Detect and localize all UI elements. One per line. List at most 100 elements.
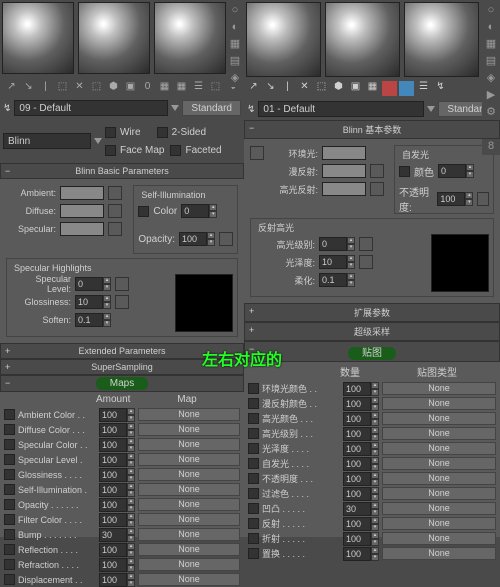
gloss-map[interactable] [115, 295, 129, 309]
faceted-checkbox[interactable] [170, 145, 181, 156]
map-amount-spinner[interactable]: ▴▾ [343, 442, 379, 456]
spec-level-spinner[interactable]: ▴▾ [319, 237, 355, 251]
material-id-icon[interactable]: 8 [484, 138, 498, 153]
video-check-icon[interactable]: ◈ [228, 70, 242, 85]
assign-icon[interactable]: ⬚ [55, 79, 70, 94]
map-slot-button[interactable]: None [382, 532, 496, 545]
opacity-spinner[interactable]: ▴▾ [437, 192, 473, 206]
opacity-map-btn[interactable] [477, 192, 489, 206]
map-amount-spinner[interactable]: ▴▾ [99, 468, 135, 482]
map-enable-checkbox[interactable] [4, 469, 15, 480]
map-enable-checkbox[interactable] [248, 548, 259, 559]
map-enable-checkbox[interactable] [248, 443, 259, 454]
maps-header[interactable]: Maps [0, 375, 244, 392]
wire-checkbox[interactable] [105, 127, 116, 138]
map-enable-checkbox[interactable] [248, 503, 259, 514]
sample-type-icon[interactable]: ○ [484, 2, 498, 17]
map-amount-spinner[interactable]: ▴▾ [99, 513, 135, 527]
sample-sphere[interactable] [246, 2, 321, 77]
map-amount-spinner[interactable]: ▴▾ [99, 558, 135, 572]
show-end-icon[interactable]: ▦ [174, 79, 189, 94]
map-enable-checkbox[interactable] [248, 533, 259, 544]
map-amount-spinner[interactable]: ▴▾ [343, 472, 379, 486]
material-type-button[interactable]: Standard [182, 100, 241, 116]
map-slot-button[interactable]: None [382, 502, 496, 515]
dropdown-arrow-icon[interactable] [171, 105, 179, 111]
basic-params-header[interactable]: Blinn Basic Parameters [0, 163, 244, 179]
map-slot-button[interactable]: None [138, 498, 240, 511]
map-slot-button[interactable]: None [138, 483, 240, 496]
map-slot-button[interactable]: None [138, 558, 240, 571]
map-amount-spinner[interactable]: ▴▾ [99, 543, 135, 557]
map-amount-spinner[interactable]: ▴▾ [99, 423, 135, 437]
map-amount-spinner[interactable]: ▴▾ [99, 528, 135, 542]
map-enable-checkbox[interactable] [4, 484, 15, 495]
dropdown-arrow-icon[interactable] [427, 106, 435, 112]
spec-level-map[interactable] [115, 277, 129, 291]
sample-sphere[interactable] [154, 2, 226, 74]
map-enable-checkbox[interactable] [4, 559, 15, 570]
selfillum-spinner[interactable]: ▴▾ [438, 164, 474, 178]
map-amount-spinner[interactable]: ▴▾ [99, 483, 135, 497]
put-library-icon[interactable]: ▣ [123, 79, 138, 94]
material-name-dropdown[interactable]: 01 - Default [258, 101, 424, 117]
show-map-icon[interactable]: ▦ [157, 79, 172, 94]
color-checkbox[interactable] [399, 166, 410, 177]
map-enable-checkbox[interactable] [248, 458, 259, 469]
map-slot-button[interactable]: None [138, 438, 240, 451]
select-by-icon[interactable]: ⬚ [208, 79, 223, 94]
reset-icon[interactable]: ✕ [72, 79, 87, 94]
map-amount-spinner[interactable]: ▴▾ [343, 397, 379, 411]
map-enable-checkbox[interactable] [248, 428, 259, 439]
map-amount-spinner[interactable]: ▴▾ [99, 498, 135, 512]
make-copy-icon[interactable]: ⬚ [89, 79, 104, 94]
map-slot-button[interactable]: None [138, 528, 240, 541]
preview-icon[interactable]: ▶ [484, 87, 498, 102]
map-slot-button[interactable]: None [138, 423, 240, 436]
map-slot-button[interactable]: None [382, 547, 496, 560]
map-slot-button[interactable]: None [382, 382, 496, 395]
put-to-scene-icon[interactable]: ↘ [263, 81, 278, 96]
basic-params-header[interactable]: Blinn 基本参数 [244, 120, 500, 139]
make-copy-icon[interactable]: ⬚ [314, 81, 329, 96]
map-enable-checkbox[interactable] [248, 488, 259, 499]
map-amount-spinner[interactable]: ▴▾ [99, 573, 135, 587]
put-to-scene-icon[interactable]: ↘ [21, 79, 36, 94]
map-amount-spinner[interactable]: ▴▾ [343, 547, 379, 561]
color-checkbox[interactable] [138, 206, 149, 217]
extended-params-header[interactable]: 扩展参数 [244, 303, 500, 322]
options-icon[interactable]: ⚙ [484, 104, 498, 119]
map-enable-checkbox[interactable] [4, 499, 15, 510]
map-enable-checkbox[interactable] [4, 529, 15, 540]
map-slot-button[interactable]: None [382, 457, 496, 470]
spec-level-map[interactable] [359, 237, 373, 251]
make-unique-icon[interactable]: ⬢ [106, 79, 121, 94]
map-enable-checkbox[interactable] [4, 454, 15, 465]
map-slot-button[interactable]: None [382, 397, 496, 410]
red-channel-icon[interactable] [382, 81, 397, 96]
reset-icon[interactable]: ✕ [297, 81, 312, 96]
selfillum-spinner[interactable]: ▴▾ [181, 204, 217, 218]
map-slot-button[interactable]: None [138, 468, 240, 481]
map-amount-spinner[interactable]: ▴▾ [99, 438, 135, 452]
map-slot-button[interactable]: None [382, 472, 496, 485]
sample-sphere[interactable] [325, 2, 400, 77]
map-enable-checkbox[interactable] [4, 574, 15, 585]
opacity-spinner[interactable]: ▴▾ [179, 232, 215, 246]
navigator-icon[interactable]: ☰ [416, 81, 431, 96]
sample-sphere[interactable] [404, 2, 479, 77]
map-slot-button[interactable]: None [382, 442, 496, 455]
ambient-swatch[interactable] [60, 186, 104, 200]
map-enable-checkbox[interactable] [4, 439, 15, 450]
backlight-icon[interactable]: ◐ [484, 19, 498, 34]
map-amount-spinner[interactable]: ▴▾ [343, 532, 379, 546]
video-check-icon[interactable]: ◈ [484, 70, 498, 85]
show-map-icon[interactable]: ▦ [365, 81, 380, 96]
assign-icon[interactable]: ⬢ [331, 81, 346, 96]
gloss-spinner[interactable]: ▴▾ [75, 295, 111, 309]
specular-map-btn[interactable] [108, 222, 122, 236]
spec-level-spinner[interactable]: ▴▾ [75, 277, 111, 291]
sample-sphere[interactable] [2, 2, 74, 74]
maps-header[interactable]: 贴图 [244, 341, 500, 362]
opacity-map-btn[interactable] [219, 232, 233, 246]
